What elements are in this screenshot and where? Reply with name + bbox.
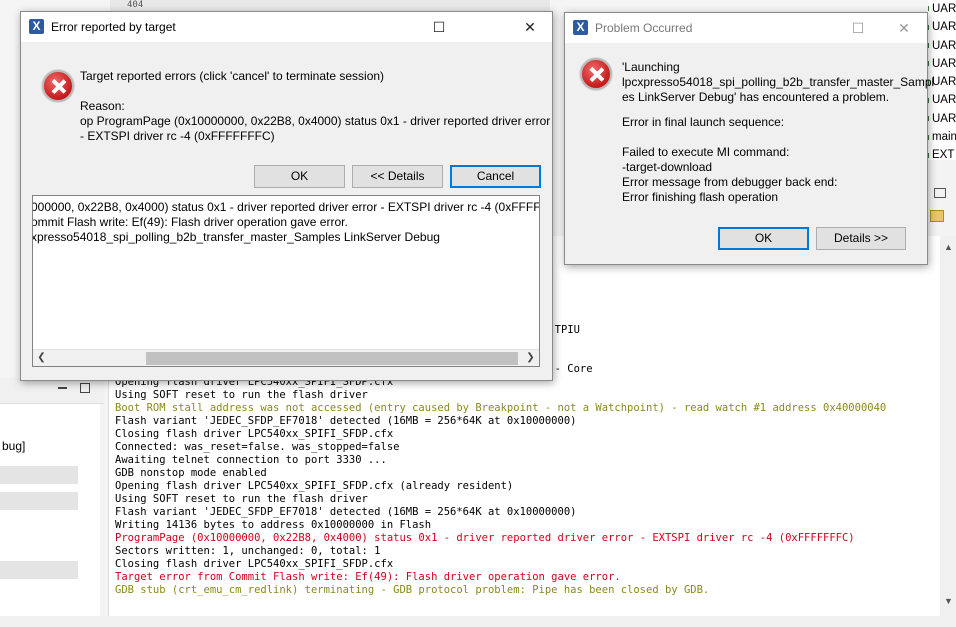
detail-line: Failed to execute MI command: (622, 145, 790, 159)
detail-line: -target-download (622, 160, 713, 174)
dialog-titlebar: X Error reported by target ☐ ✕ (21, 12, 552, 42)
dialog-title: Problem Occurred (595, 21, 693, 35)
detail-header: Error in final launch sequence: (622, 115, 785, 129)
dialog-title: Error reported by target (51, 20, 176, 34)
details-line: xpresso54018_spi_polling_b2b_transfer_ma… (32, 230, 440, 244)
details-button[interactable]: Details >> (816, 227, 906, 250)
details-button[interactable]: << Details (352, 165, 443, 188)
method-icon (928, 43, 929, 49)
editor-line-number: 404 (127, 0, 144, 10)
method-icon (928, 152, 929, 158)
outline-item-label: UARTWri (932, 3, 956, 15)
console-line: Using SOFT reset to run the flash driver (115, 389, 368, 401)
close-icon[interactable]: ✕ (507, 12, 553, 42)
outline-item-label: UARTSet (932, 57, 956, 70)
console-line: GDB stub (crt_emu_cm_redlink) terminatin… (115, 584, 710, 596)
outline-item-label: UARTTran (932, 112, 956, 125)
scroll-right-arrow-icon[interactable]: ❯ (522, 350, 539, 366)
console-line: Awaiting telnet connection to port 3330 … (115, 454, 387, 466)
ok-button[interactable]: OK (718, 227, 809, 250)
console-line: Using SOFT reset to run the flash driver (115, 493, 368, 505)
message-line: lpcxpresso54018_spi_polling_b2b_transfer… (622, 75, 935, 89)
outline-item[interactable]: main(vo (928, 128, 956, 146)
outline-item[interactable]: EXT LO (928, 146, 956, 160)
console-vertical-scrollbar[interactable]: ▲ ▼ (940, 236, 956, 616)
bottom-scrollbar[interactable] (0, 616, 956, 627)
app-icon: X (29, 19, 44, 34)
maximize-icon[interactable] (80, 383, 90, 393)
problem-details: Failed to execute MI command: -target-do… (622, 145, 837, 205)
error-icon (580, 58, 612, 90)
method-icon (928, 24, 929, 30)
console-line: Boot ROM stall address was not accessed … (115, 402, 887, 414)
console-line: Target error from Commit Flash write: Ef… (115, 571, 621, 583)
console-line: GDB nonstop mode enabled (115, 467, 267, 479)
outline-item-label: main(vo (932, 131, 956, 144)
message-line: 'Launching (622, 60, 680, 74)
method-icon (928, 116, 929, 122)
console-line: Closing flash driver LPC540xx_SPIFI_SFDP… (115, 558, 394, 570)
app-icon: X (573, 20, 588, 35)
outline-item[interactable]: UARTWri (928, 0, 956, 18)
reason-label: Reason: (80, 99, 125, 113)
close-icon[interactable]: ✕ (881, 13, 927, 43)
method-icon (928, 6, 929, 12)
dialog-titlebar: X Problem Occurred ☐ ✕ (565, 13, 927, 43)
outline-item-label: EXT LO (932, 149, 956, 160)
maximize-icon[interactable] (934, 188, 946, 198)
scrollbar-thumb[interactable] (146, 352, 518, 365)
details-text-area[interactable]: 000000, 0x22B8, 0x4000) status 0x1 - dri… (32, 195, 540, 367)
cancel-button[interactable]: Cancel (450, 165, 541, 188)
console-line: Opening flash driver LPC540xx_SPIFI_SFDP… (115, 480, 514, 492)
error-message: Target reported errors (click 'cancel' t… (80, 69, 385, 83)
details-line: ommit Flash write: Ef(49): Flash driver … (32, 215, 348, 229)
minimize-icon[interactable] (58, 387, 67, 389)
outline-item-label: UARTRea (932, 94, 956, 107)
console-line: Flash variant 'JEDEC_SFDP_EF7018' detect… (115, 506, 577, 518)
toolbar-folder-icon[interactable] (930, 210, 944, 222)
reason-line: op ProgramPage (0x10000000, 0x22B8, 0x40… (80, 114, 551, 128)
console-line: Writing 14136 bytes to address 0x1000000… (115, 519, 432, 531)
maximize-icon[interactable]: ☐ (416, 12, 462, 42)
console-line: Connected: was_reset=false. was_stopped=… (115, 441, 400, 453)
list-item[interactable] (0, 492, 78, 510)
left-side-panel: bug] (0, 378, 104, 627)
console-line: ProgramPage (0x10000000, 0x22B8, 0x4000)… (115, 532, 855, 544)
message-line: es LinkServer Debug' has encountered a p… (622, 90, 890, 104)
console-output: Opening flash driver LPC540xx_SPIFI_SFDP… (115, 376, 886, 597)
detail-line: Error finishing flash operation (622, 190, 779, 204)
detail-line: Error message from debugger back end: (622, 175, 838, 189)
outline-item-label: UARTSet (932, 76, 956, 89)
reason-line: - EXTSPI driver rc -4 (0xFFFFFFFC) (80, 129, 275, 143)
outline-item-label: UARTSet (932, 39, 956, 52)
left-panel-item-label: bug] (2, 439, 26, 453)
maximize-icon[interactable]: ☐ (835, 13, 881, 43)
details-line: 000000, 0x22B8, 0x4000) status 0x1 - dri… (32, 200, 540, 214)
method-icon (928, 134, 929, 140)
scroll-left-arrow-icon[interactable]: ❮ (33, 350, 50, 366)
list-item[interactable] (0, 466, 78, 484)
left-panel-body: bug] (0, 404, 100, 627)
outline-item[interactable]: UARTTran (928, 110, 956, 128)
problem-occurred-dialog: X Problem Occurred ☐ ✕ 'Launching lpcxpr… (564, 12, 934, 265)
scroll-up-arrow-icon[interactable]: ▲ (944, 242, 953, 252)
outline-item[interactable]: UARTWri (928, 18, 956, 36)
list-item[interactable] (0, 561, 78, 579)
error-icon (42, 70, 74, 102)
scroll-down-arrow-icon[interactable]: ▼ (944, 596, 953, 606)
problem-message: 'Launching lpcxpresso54018_spi_polling_b… (622, 60, 934, 105)
console-line: Closing flash driver LPC540xx_SPIFI_SFDP… (115, 428, 394, 440)
console-line: Flash variant 'JEDEC_SFDP_EF7018' detect… (115, 415, 577, 427)
left-panel-header (0, 378, 104, 404)
outline-item[interactable]: UARTSet (928, 37, 956, 55)
error-reported-dialog: X Error reported by target ☐ ✕ Target re… (20, 11, 553, 381)
outline-item-label: UARTWri (932, 21, 956, 34)
ok-button[interactable]: OK (254, 165, 345, 188)
details-horizontal-scrollbar[interactable]: ❮ ❯ (33, 349, 539, 366)
console-line: Sectors written: 1, unchanged: 0, total:… (115, 545, 381, 557)
